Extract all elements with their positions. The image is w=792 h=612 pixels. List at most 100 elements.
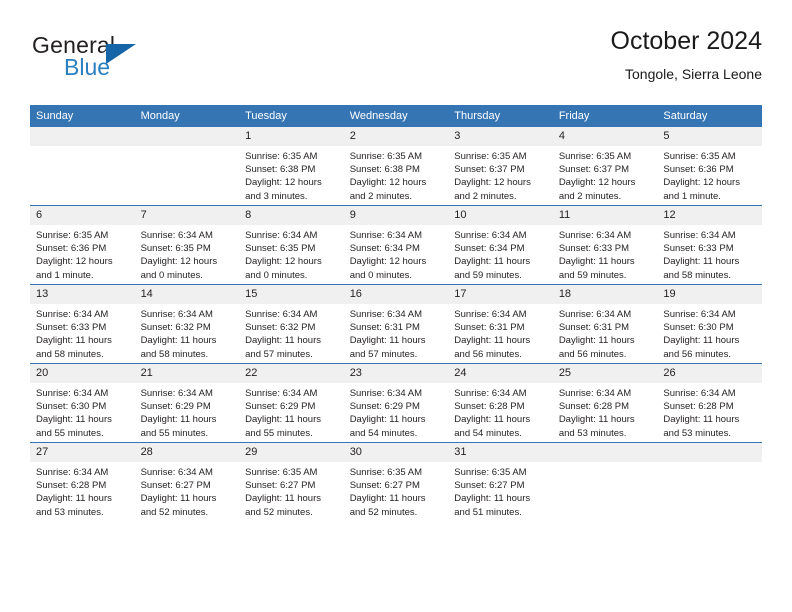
daylight-line1-text: Daylight: 12 hours <box>454 177 531 189</box>
sunset-text: Sunset: 6:35 PM <box>245 243 316 255</box>
day-cell[interactable]: 19 Sunrise: 6:34 AM Sunset: 6:30 PM Dayligh… <box>657 284 762 364</box>
sunset-text: Sunset: 6:29 PM <box>245 401 316 413</box>
daylight-line1-text: Daylight: 11 hours <box>349 414 426 426</box>
weekday-header-monday: Monday <box>134 105 240 127</box>
day-cell[interactable]: 21 Sunrise: 6:34 AM Sunset: 6:29 PM Dayligh… <box>134 363 240 443</box>
weekday-header-thursday: Thursday <box>448 105 553 127</box>
weekday-header-saturday: Saturday <box>657 105 762 127</box>
day-cell[interactable]: 11 Sunrise: 6:34 AM Sunset: 6:33 PM Dayligh… <box>552 205 658 285</box>
day-details: Sunrise: 6:34 AM Sunset: 6:35 PM Daylight:… <box>239 225 344 282</box>
daylight-line2-text: and 58 minutes. <box>36 348 104 360</box>
daylight-line1-text: Daylight: 11 hours <box>663 335 740 347</box>
day-number: 20 <box>30 364 135 383</box>
day-cell[interactable]: 23 Sunrise: 6:34 AM Sunset: 6:29 PM Dayligh… <box>343 363 449 443</box>
day-cell[interactable]: 14 Sunrise: 6:34 AM Sunset: 6:32 PM Dayligh… <box>134 284 240 364</box>
day-number: 17 <box>448 285 553 304</box>
daylight-line2-text: and 52 minutes. <box>349 506 418 518</box>
daylight-line1-text: Daylight: 12 hours <box>349 256 427 268</box>
daylight-line2-text: and 56 minutes. <box>663 348 731 360</box>
day-cell[interactable]: 22 Sunrise: 6:34 AM Sunset: 6:29 PM Dayligh… <box>239 363 344 443</box>
day-cell[interactable]: 2 Sunrise: 6:35 AM Sunset: 6:38 PM Daylight… <box>343 127 449 206</box>
sunset-text: Sunset: 6:27 PM <box>454 480 525 492</box>
day-number: 16 <box>343 285 449 304</box>
daylight-line1-text: Daylight: 11 hours <box>558 414 635 426</box>
daylight-line2-text: and 58 minutes. <box>140 348 209 360</box>
weekday-header-friday: Friday <box>552 105 658 127</box>
daylight-line1-text: Daylight: 11 hours <box>454 256 531 268</box>
daylight-line1-text: Daylight: 11 hours <box>140 335 217 347</box>
daylight-line1-text: Daylight: 12 hours <box>245 177 322 189</box>
day-cell[interactable]: 26 Sunrise: 6:34 AM Sunset: 6:28 PM Dayligh… <box>657 363 762 443</box>
day-cell-empty <box>657 442 762 521</box>
sunset-text: Sunset: 6:31 PM <box>349 322 420 334</box>
day-cell[interactable]: 4 Sunrise: 6:35 AM Sunset: 6:37 PM Daylight… <box>552 127 658 206</box>
day-cell[interactable]: 16 Sunrise: 6:34 AM Sunset: 6:31 PM Dayligh… <box>343 284 449 364</box>
daylight-line2-text: and 55 minutes. <box>245 427 313 439</box>
day-cell[interactable]: 8 Sunrise: 6:34 AM Sunset: 6:35 PM Daylight… <box>239 205 344 285</box>
day-cell[interactable]: 9 Sunrise: 6:34 AM Sunset: 6:34 PM Daylight… <box>343 205 449 285</box>
sunset-text: Sunset: 6:30 PM <box>36 401 107 413</box>
weekday-header-tuesday: Tuesday <box>239 105 344 127</box>
sunrise-text: Sunrise: 6:34 AM <box>245 388 318 399</box>
sunset-text: Sunset: 6:38 PM <box>245 164 316 176</box>
day-cell[interactable]: 12 Sunrise: 6:34 AM Sunset: 6:33 PM Dayligh… <box>657 205 762 285</box>
day-number: 12 <box>657 206 762 225</box>
day-number: 13 <box>30 285 135 304</box>
sunset-text: Sunset: 6:27 PM <box>349 480 420 492</box>
daylight-line1-text: Daylight: 12 hours <box>558 177 636 189</box>
day-number: 6 <box>30 206 135 225</box>
day-number: 21 <box>134 364 240 383</box>
day-number: 1 <box>239 127 344 146</box>
day-cell[interactable]: 20 Sunrise: 6:34 AM Sunset: 6:30 PM Dayligh… <box>30 363 135 443</box>
day-cell[interactable]: 10 Sunrise: 6:34 AM Sunset: 6:34 PM Dayligh… <box>448 205 553 285</box>
day-details: Sunrise: 6:34 AM Sunset: 6:28 PM Daylight:… <box>30 462 135 519</box>
day-cell[interactable]: 17 Sunrise: 6:34 AM Sunset: 6:31 PM Dayligh… <box>448 284 553 364</box>
day-cell[interactable]: 6 Sunrise: 6:35 AM Sunset: 6:36 PM Daylight… <box>30 205 135 285</box>
day-cell[interactable]: 1 Sunrise: 6:35 AM Sunset: 6:38 PM Daylight… <box>239 127 344 206</box>
day-cell[interactable]: 7 Sunrise: 6:34 AM Sunset: 6:35 PM Daylight… <box>134 205 240 285</box>
day-cell[interactable]: 29 Sunrise: 6:35 AM Sunset: 6:27 PM Dayligh… <box>239 442 344 521</box>
day-details: Sunrise: 6:35 AM Sunset: 6:36 PM Daylight:… <box>30 225 135 282</box>
day-cell[interactable]: 18 Sunrise: 6:34 AM Sunset: 6:31 PM Dayligh… <box>552 284 658 364</box>
daylight-line2-text: and 0 minutes. <box>245 269 308 281</box>
sunrise-text: Sunrise: 6:35 AM <box>558 151 632 162</box>
day-number: 8 <box>239 206 344 225</box>
day-number <box>30 127 135 146</box>
day-cell[interactable]: 25 Sunrise: 6:34 AM Sunset: 6:28 PM Dayligh… <box>552 363 658 443</box>
day-cell[interactable]: 30 Sunrise: 6:35 AM Sunset: 6:27 PM Dayligh… <box>343 442 449 521</box>
sunrise-text: Sunrise: 6:34 AM <box>454 230 527 241</box>
daylight-line2-text: and 59 minutes. <box>558 269 627 281</box>
daylight-line2-text: and 1 minute. <box>663 190 721 202</box>
day-details: Sunrise: 6:34 AM Sunset: 6:31 PM Daylight:… <box>553 304 658 361</box>
daylight-line2-text: and 2 minutes. <box>454 190 517 202</box>
day-cell[interactable]: 3 Sunrise: 6:35 AM Sunset: 6:37 PM Daylight… <box>448 127 553 206</box>
daylight-line2-text: and 53 minutes. <box>558 427 627 439</box>
sunset-text: Sunset: 6:32 PM <box>245 322 316 334</box>
day-cell[interactable]: 28 Sunrise: 6:34 AM Sunset: 6:27 PM Dayligh… <box>134 442 240 521</box>
daylight-line1-text: Daylight: 11 hours <box>36 414 112 426</box>
day-cell[interactable]: 31 Sunrise: 6:35 AM Sunset: 6:27 PM Dayligh… <box>448 442 553 521</box>
sunrise-text: Sunrise: 6:34 AM <box>349 309 423 320</box>
sunrise-text: Sunrise: 6:35 AM <box>454 467 527 478</box>
day-cell[interactable]: 15 Sunrise: 6:34 AM Sunset: 6:32 PM Dayligh… <box>239 284 344 364</box>
daylight-line2-text: and 59 minutes. <box>454 269 522 281</box>
day-cell[interactable]: 27 Sunrise: 6:34 AM Sunset: 6:28 PM Dayligh… <box>30 442 135 521</box>
daylight-line2-text: and 58 minutes. <box>663 269 731 281</box>
daylight-line1-text: Daylight: 11 hours <box>140 414 217 426</box>
calendar-week-row: 20 Sunrise: 6:34 AM Sunset: 6:30 PM Dayligh… <box>30 363 762 443</box>
calendar-week-row: 27 Sunrise: 6:34 AM Sunset: 6:28 PM Dayligh… <box>30 442 762 521</box>
day-cell[interactable]: 24 Sunrise: 6:34 AM Sunset: 6:28 PM Dayligh… <box>448 363 553 443</box>
sunset-text: Sunset: 6:33 PM <box>663 243 734 255</box>
sunrise-text: Sunrise: 6:34 AM <box>454 388 527 399</box>
day-details: Sunrise: 6:34 AM Sunset: 6:27 PM Daylight:… <box>135 462 240 519</box>
day-cell[interactable]: 13 Sunrise: 6:34 AM Sunset: 6:33 PM Dayligh… <box>30 284 135 364</box>
calendar-header-row: Sunday Monday Tuesday Wednesday Thursday Frid… <box>30 105 762 127</box>
day-cell[interactable]: 5 Sunrise: 6:35 AM Sunset: 6:36 PM Daylight… <box>657 127 762 206</box>
day-number: 31 <box>448 443 553 462</box>
general-blue-logo[interactable]: General Blue <box>32 32 212 88</box>
sunset-text: Sunset: 6:34 PM <box>454 243 525 255</box>
sunset-text: Sunset: 6:36 PM <box>663 164 734 176</box>
day-number <box>657 443 762 462</box>
day-number: 10 <box>448 206 553 225</box>
sunrise-text: Sunrise: 6:34 AM <box>140 388 213 399</box>
